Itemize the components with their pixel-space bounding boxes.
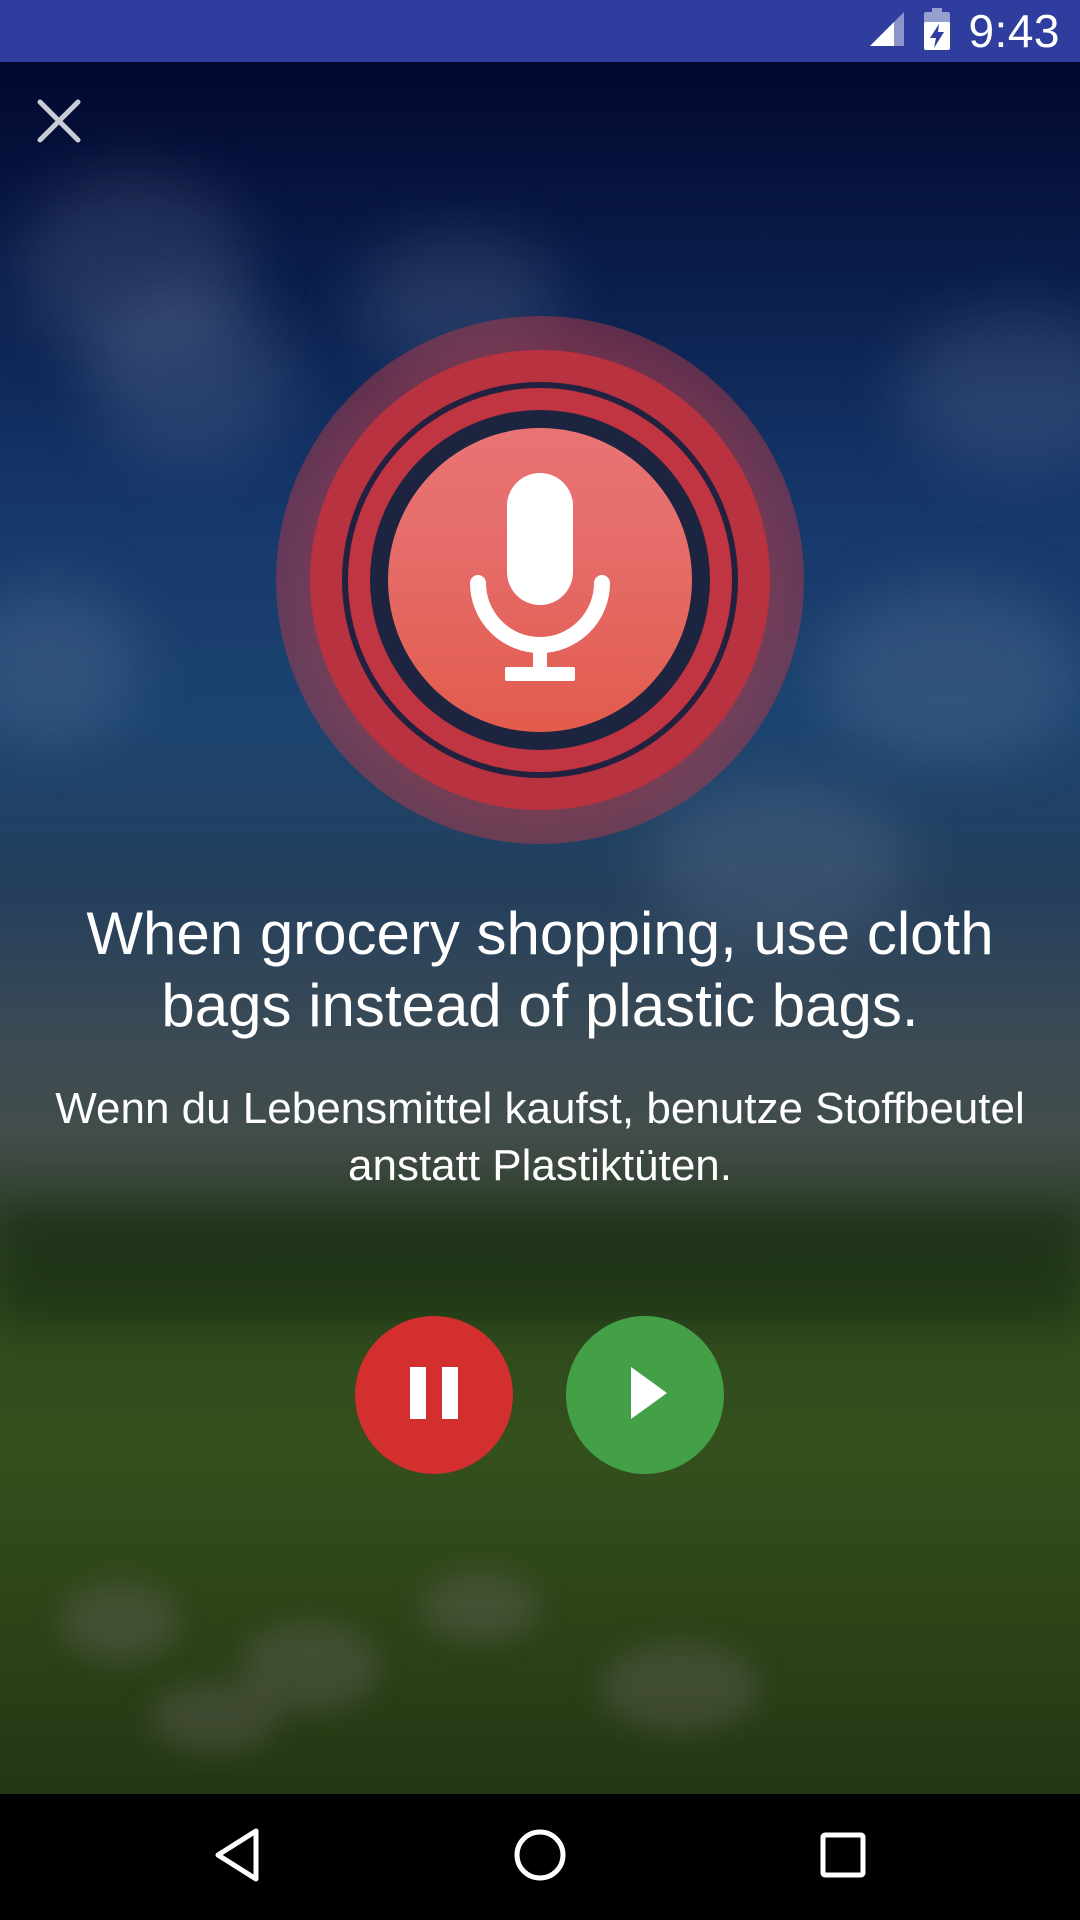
- status-icons: 9:43: [868, 0, 1060, 62]
- recents-square-icon: [818, 1830, 868, 1885]
- close-button[interactable]: [30, 92, 88, 150]
- home-circle-icon: [512, 1827, 568, 1888]
- microphone-recorder: [276, 316, 804, 844]
- nav-recents-button[interactable]: [808, 1822, 878, 1892]
- pause-icon: [408, 1365, 460, 1426]
- microphone-icon: [470, 472, 610, 688]
- status-time: 9:43: [968, 5, 1060, 57]
- status-bar: 9:43: [0, 0, 1080, 62]
- sentence-english: When grocery shopping, use cloth bags in…: [86, 900, 994, 1039]
- back-triangle-icon: [212, 1827, 262, 1888]
- signal-icon: [868, 10, 906, 53]
- screen: 9:43 When grocery shopping, use cloth ba…: [0, 0, 1080, 1920]
- play-icon: [629, 1365, 669, 1426]
- sentence-german: Wenn du Lebensmittel kaufst, benutze Sto…: [55, 1084, 1025, 1190]
- play-button[interactable]: [566, 1316, 724, 1474]
- navigation-bar: [0, 1794, 1080, 1920]
- close-icon: [30, 99, 88, 154]
- nav-home-button[interactable]: [505, 1822, 575, 1892]
- battery-charging-icon: [924, 7, 951, 55]
- pause-button[interactable]: [355, 1316, 513, 1474]
- microphone-button[interactable]: [388, 428, 692, 732]
- nav-back-button[interactable]: [202, 1822, 272, 1892]
